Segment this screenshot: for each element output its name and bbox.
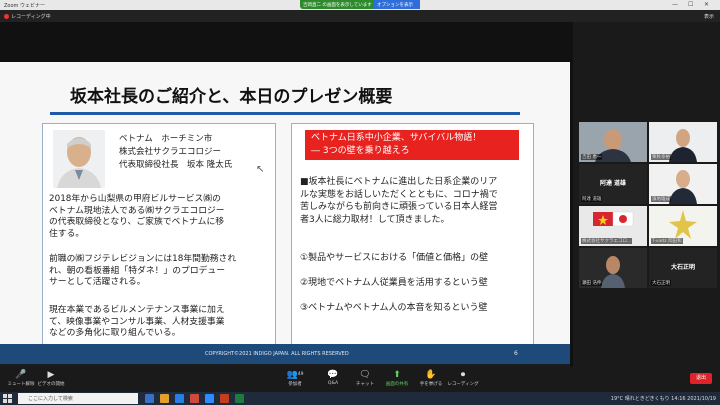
presentation-outline-box: ベトナム日系中小企業、サバイバル物語！ ― 3つの壁を乗り越えろ ■坂本社長にベ… — [291, 123, 534, 349]
participant-tile[interactable]: 株式会社サクラエコロ... — [579, 206, 647, 246]
share-banner-label: 吉岡直二 の画面を表示しています — [303, 3, 372, 8]
participant-tile[interactable]: 大石正明 大石正明 — [649, 248, 717, 288]
record-icon: ⏺ — [460, 370, 466, 380]
screen-share-banner: 吉岡直二 の画面を表示しています オプションを表示 ⌄ — [300, 0, 420, 13]
windows-taskbar: ここに入力して検索 19°C 晴れときどきくもり 14:16 2021/10/1… — [0, 392, 720, 405]
app-icon[interactable] — [190, 394, 199, 403]
recording-label: レコーディング中 — [11, 14, 51, 20]
leave-button[interactable]: 退出 — [690, 373, 712, 384]
theme-banner: ベトナム日系中小企業、サバイバル物語！ ― 3つの壁を乗り越えろ — [305, 130, 519, 160]
slide-title: 坂本社長のご紹介と、本日のプレゼン概要 — [70, 87, 393, 107]
recording-icon — [4, 14, 9, 19]
participants-icon: 👥49 — [286, 370, 304, 380]
maximize-icon[interactable]: ☐ — [688, 1, 693, 8]
task-view-icon[interactable] — [145, 394, 154, 403]
career-paragraph-3: 現在本業であるビルメンテナンス事業に加え て、映像事業やコンサル事業、人材支援事… — [49, 305, 225, 338]
close-icon[interactable]: ✕ — [704, 1, 709, 8]
participant-tile[interactable]: 吉田 恵一 — [579, 122, 647, 162]
participant-tile[interactable]: T-vietz 岡田和 — [649, 206, 717, 246]
windows-start-icon[interactable] — [3, 394, 12, 403]
shared-screen: 坂本社長のご紹介と、本日のプレゼン概要 ベトナム ホーチミン市 株式会社サクラエ… — [0, 22, 573, 382]
view-options-button[interactable]: オプションを表示 ⌄ — [374, 0, 420, 13]
video-icon: ▶ — [47, 370, 55, 380]
copyright-text: COPYRIGHT©2021 INDIGO JAPAN. ALL RIGHTS … — [205, 351, 349, 357]
participants-button[interactable]: 👥49 参加者 — [274, 369, 316, 387]
window-title: Zoom ウェビナー — [4, 3, 46, 9]
page-number: 6 — [514, 350, 518, 357]
meeting-toolbar: 🎤 ミュート解除 ▶ ビデオの開始 👥49 参加者 💬 Q&A 🗨 チャット ⬆ 画面の共有… — [0, 367, 720, 392]
participant-gallery: 吉田 恵一 栗秋幸裕 阿達 道雄 阿達 道雄 濱地雄成 株式会社サクラエコロ..… — [573, 22, 720, 367]
profile-location: ベトナム ホーチミン市 — [119, 134, 213, 144]
meeting-top-bar: レコーディング中 表示 — [0, 10, 720, 22]
excel-icon[interactable] — [235, 394, 244, 403]
career-paragraph-2: 前職の㈱フジテレビジョンには18年間勤務され れ、朝の看板番組「特ダネ！」のプロ… — [49, 254, 237, 287]
participant-tile[interactable]: 阿達 道雄 阿達 道雄 — [579, 164, 647, 204]
slide-footer: COPYRIGHT©2021 INDIGO JAPAN. ALL RIGHTS … — [0, 344, 570, 364]
record-button[interactable]: ⏺ レコーディング — [442, 369, 484, 387]
profile-company: 株式会社サクラエコロジー — [119, 147, 222, 157]
system-tray: 19°C 晴れときどきくもり 14:16 2021/10/19 — [610, 396, 716, 402]
speaker-photo — [53, 130, 105, 188]
point-3: ③ベトナムやベトナム人の本音を知るという壁 — [300, 303, 488, 313]
view-button[interactable]: 表示 — [704, 13, 714, 20]
point-1: ①製品やサービスにおける「価値と価格」の壁 — [300, 253, 489, 263]
taskbar-search-input[interactable]: ここに入力して検索 — [18, 393, 138, 404]
point-2: ②現地でベトナム人従業員を活用するという壁 — [300, 278, 488, 288]
powerpoint-icon[interactable] — [220, 394, 229, 403]
profile-name: 代表取締役社長 坂本 隆太氏 — [119, 160, 233, 170]
participant-tile[interactable]: 瀬田 浩伸 — [579, 248, 647, 288]
minimize-icon[interactable]: — — [672, 1, 678, 8]
participant-tile[interactable]: 栗秋幸裕 — [649, 122, 717, 162]
title-underline — [50, 112, 520, 115]
career-paragraph-1: 2018年から山梨県の甲府ビルサービス㈱の ベトナム現地法人である㈱サクラエコロ… — [49, 194, 225, 239]
mouse-cursor-icon: ↖ — [256, 164, 265, 175]
file-explorer-icon[interactable] — [160, 394, 169, 403]
start-video-button[interactable]: ▶ ビデオの開始 — [30, 369, 72, 387]
participant-tile[interactable]: 濱地雄成 — [649, 164, 717, 204]
edge-browser-icon[interactable] — [175, 394, 184, 403]
presentation-slide: 坂本社長のご紹介と、本日のプレゼン概要 ベトナム ホーチミン市 株式会社サクラエ… — [0, 62, 570, 382]
zoom-app-icon[interactable] — [205, 394, 214, 403]
profile-box: ベトナム ホーチミン市 株式会社サクラエコロジー 代表取締役社長 坂本 隆太氏 … — [42, 123, 276, 349]
intro-text: ■坂本社長にベトナムに進出した日系企業のリア ルな実態をお話しいただくとともに、… — [300, 177, 498, 225]
